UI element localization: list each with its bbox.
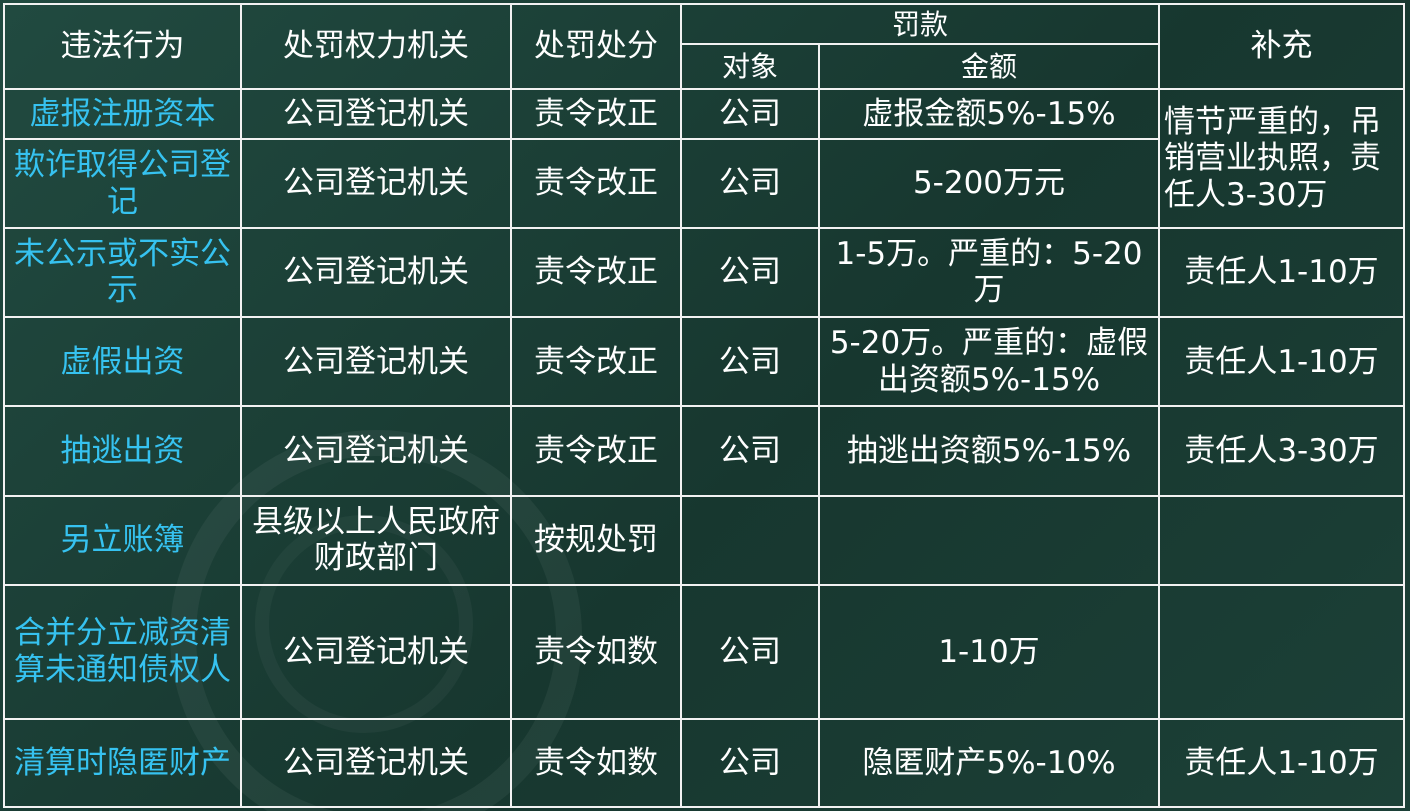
cell-authority: 县级以上人民政府财政部门 [240, 494, 512, 587]
header-supplement: 补充 [1158, 2, 1406, 91]
header-violation: 违法行为 [3, 2, 242, 91]
cell-target: 公司 [680, 584, 820, 720]
cell-supplement: 责任人1-10万 [1158, 226, 1406, 319]
cell-target: 公司 [680, 316, 820, 408]
header-row: 违法行为 处罚权力机关 处罚处分 罚款 补充 [3, 2, 1406, 91]
cell-amount: 1-5万。严重的：5-20万 [817, 226, 1161, 319]
cell-authority: 公司登记机关 [240, 226, 512, 319]
table-row: 抽逃出资 公司登记机关 责令改正 公司 抽逃出资额5%-15% 责任人3-30万 [3, 405, 1406, 497]
cell-penalty: 按规处罚 [510, 494, 682, 587]
header-target: 对象 [680, 43, 820, 91]
cell-supplement: 责任人1-10万 [1158, 717, 1406, 809]
cell-authority: 公司登记机关 [240, 138, 512, 229]
cell-violation: 未公示或不实公示 [3, 226, 242, 319]
cell-authority: 公司登记机关 [240, 88, 512, 141]
header-amount: 金额 [817, 43, 1161, 91]
cell-penalty: 责令改正 [510, 316, 682, 408]
table-row: 合并分立减资清算未通知债权人 公司登记机关 责令如数 公司 1-10万 [3, 584, 1406, 720]
cell-violation: 抽逃出资 [3, 405, 242, 497]
cell-supplement: 责任人1-10万 [1158, 316, 1406, 408]
cell-violation: 虚假出资 [3, 316, 242, 408]
cell-amount: 隐匿财产5%-10% [817, 717, 1161, 809]
cell-penalty: 责令如数 [510, 584, 682, 720]
cell-target: 公司 [680, 717, 820, 809]
cell-authority: 公司登记机关 [240, 717, 512, 809]
cell-violation: 清算时隐匿财产 [3, 717, 242, 809]
cell-target: 公司 [680, 405, 820, 497]
cell-target: 公司 [680, 88, 820, 141]
cell-penalty: 责令改正 [510, 405, 682, 497]
cell-target: 公司 [680, 138, 820, 229]
cell-amount: 虚报金额5%-15% [817, 88, 1161, 141]
cell-violation: 另立账簿 [3, 494, 242, 587]
cell-supplement: 责任人3-30万 [1158, 405, 1406, 497]
table-row: 未公示或不实公示 公司登记机关 责令改正 公司 1-5万。严重的：5-20万 责… [3, 226, 1406, 319]
cell-target [680, 494, 820, 587]
header-authority: 处罚权力机关 [240, 2, 512, 91]
cell-violation: 欺诈取得公司登记 [3, 138, 242, 229]
cell-violation: 虚报注册资本 [3, 88, 242, 141]
cell-supplement: 情节严重的，吊销营业执照，责任人3-30万 [1158, 88, 1406, 229]
table-row: 虚报注册资本 公司登记机关 责令改正 公司 虚报金额5%-15% 情节严重的，吊… [3, 88, 1406, 229]
cell-target: 公司 [680, 226, 820, 319]
table-row: 另立账簿 县级以上人民政府财政部门 按规处罚 [3, 494, 1406, 587]
slide: 违法行为 处罚权力机关 处罚处分 罚款 补充 对象 金额 虚报注册资本 公司登记… [0, 0, 1410, 811]
cell-amount: 5-200万元 [817, 138, 1161, 229]
cell-amount [817, 494, 1161, 587]
cell-penalty: 责令改正 [510, 138, 682, 229]
cell-authority: 公司登记机关 [240, 584, 512, 720]
cell-penalty: 责令改正 [510, 226, 682, 319]
table-row: 清算时隐匿财产 公司登记机关 责令如数 公司 隐匿财产5%-10% 责任人1-1… [3, 717, 1406, 809]
cell-amount: 抽逃出资额5%-15% [817, 405, 1161, 497]
table-row: 虚假出资 公司登记机关 责令改正 公司 5-20万。严重的：虚假出资额5%-15… [3, 316, 1406, 408]
cell-amount: 1-10万 [817, 584, 1161, 720]
cell-amount: 5-20万。严重的：虚假出资额5%-15% [817, 316, 1161, 408]
cell-penalty: 责令如数 [510, 717, 682, 809]
cell-supplement [1158, 494, 1406, 587]
header-fine: 罚款 [679, 2, 1161, 46]
cell-authority: 公司登记机关 [240, 405, 512, 497]
header-penalty: 处罚处分 [510, 2, 682, 91]
cell-penalty: 责令改正 [510, 88, 682, 141]
cell-authority: 公司登记机关 [240, 316, 512, 408]
cell-violation: 合并分立减资清算未通知债权人 [3, 584, 242, 720]
penalty-table: 违法行为 处罚权力机关 处罚处分 罚款 补充 对象 金额 虚报注册资本 公司登记… [3, 2, 1406, 809]
cell-supplement [1158, 584, 1406, 720]
